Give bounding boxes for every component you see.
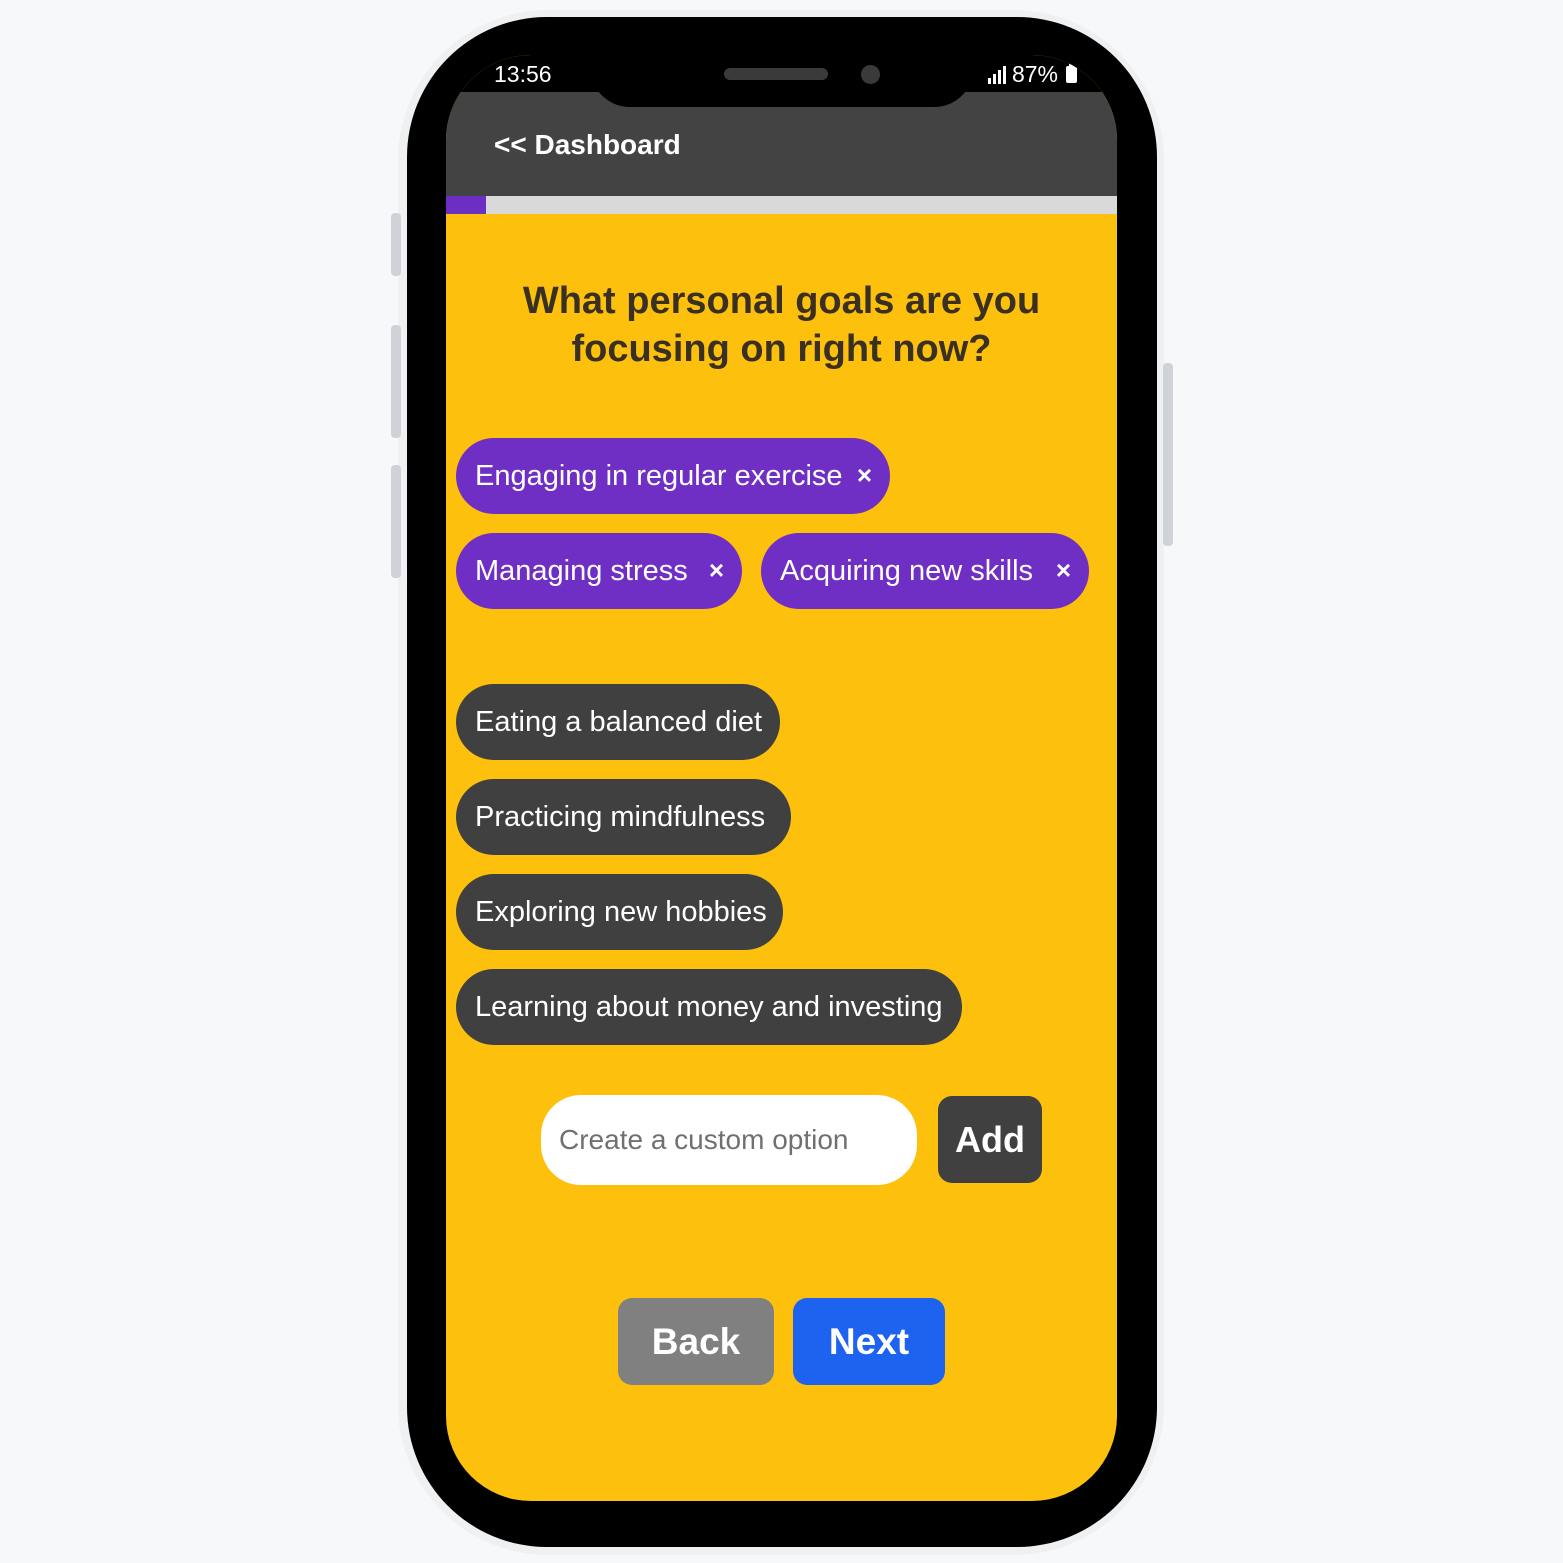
status-indicators: 87% (987, 61, 1077, 88)
question-title: What personal goals are you focusing on … (522, 280, 1041, 370)
signal-icon (987, 65, 1006, 84)
goal-option-chip[interactable]: Eating a balanced diet (456, 684, 780, 760)
chip-label: Engaging in regular exercise (475, 459, 843, 492)
selected-goal-chip[interactable]: Managing stress × (456, 533, 742, 609)
remove-icon[interactable]: × (709, 557, 724, 583)
back-button[interactable]: Back (618, 1298, 774, 1385)
app-screen: 13:56 87% << Dashboard What personal goa… (446, 55, 1117, 1501)
selected-goal-chip[interactable]: Acquiring new skills × (761, 533, 1089, 609)
chip-label: Practicing mindfulness (475, 800, 766, 833)
chip-label: Exploring new hobbies (475, 895, 767, 928)
chip-label: Acquiring new skills (780, 554, 1034, 587)
remove-icon[interactable]: × (1056, 557, 1071, 583)
next-button[interactable]: Next (793, 1298, 945, 1385)
progress-bar (446, 196, 1117, 214)
status-time: 13:56 (494, 61, 552, 87)
add-button[interactable]: Add (938, 1096, 1042, 1183)
remove-icon[interactable]: × (857, 462, 872, 488)
selected-goal-chip[interactable]: Engaging in regular exercise × (456, 438, 890, 514)
speaker-icon (724, 68, 828, 80)
phone-side-button (391, 213, 401, 276)
custom-option-input[interactable] (541, 1095, 917, 1185)
goal-option-chip[interactable]: Exploring new hobbies (456, 874, 783, 950)
goal-option-chip[interactable]: Practicing mindfulness (456, 779, 791, 855)
chip-label: Eating a balanced diet (475, 705, 762, 738)
phone-volume-down-button (391, 465, 401, 578)
battery-percent: 87% (1011, 61, 1058, 87)
chip-label: Learning about money and investing (475, 990, 943, 1023)
goal-option-chip[interactable]: Learning about money and investing (456, 969, 962, 1045)
phone-volume-up-button (391, 325, 401, 438)
battery-icon (1066, 63, 1077, 83)
camera-icon (861, 65, 880, 84)
phone-power-button (1163, 363, 1173, 546)
chip-label: Managing stress (475, 554, 688, 587)
phone-notch (590, 55, 974, 107)
dashboard-back-link[interactable]: << Dashboard (494, 129, 681, 161)
app-header: << Dashboard (446, 92, 1117, 196)
progress-bar-fill (446, 196, 487, 214)
